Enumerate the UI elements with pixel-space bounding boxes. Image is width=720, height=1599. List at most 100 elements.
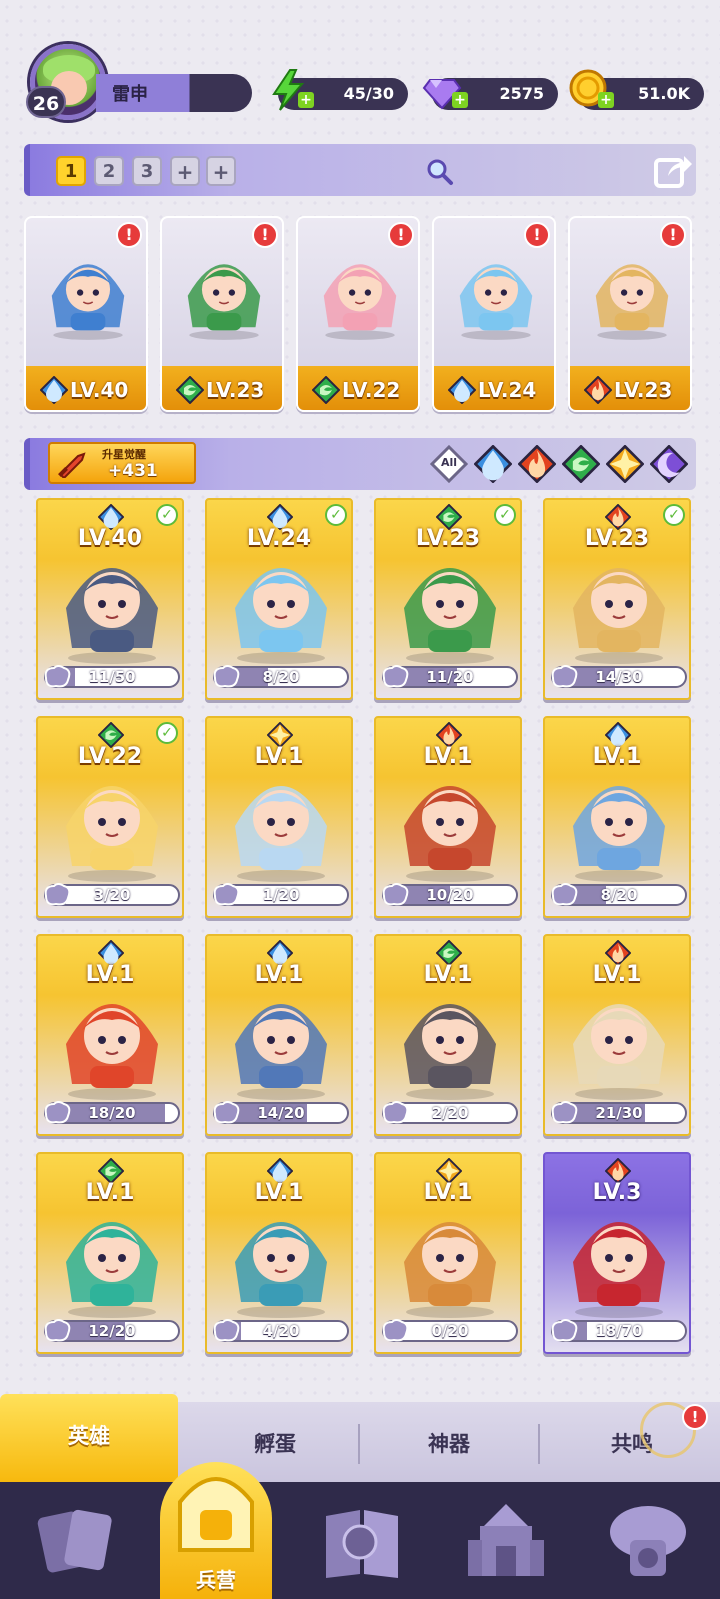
hero-card[interactable]: LV.23 ✓ 14/30 xyxy=(543,498,691,700)
hero-art xyxy=(404,1222,496,1318)
add-gem-icon[interactable]: + xyxy=(452,92,468,108)
team-hero-card[interactable]: ! LV.22 xyxy=(296,216,420,412)
awaken-value: +431 xyxy=(108,461,158,481)
hero-art xyxy=(66,1222,158,1318)
hero-card[interactable]: LV.1 0/20 xyxy=(374,1152,522,1354)
hero-art xyxy=(573,1004,665,1100)
check-icon: ✓ xyxy=(494,504,516,526)
hero-card[interactable]: LV.1 10/20 xyxy=(374,716,522,918)
team-hero-card[interactable]: ! LV.23 xyxy=(568,216,692,412)
hero-card[interactable]: LV.1 14/20 xyxy=(205,934,353,1136)
team-tab-add-2[interactable]: + xyxy=(206,156,236,186)
nav-map[interactable] xyxy=(314,1496,410,1586)
hero-level: LV.1 xyxy=(85,1180,135,1205)
team-hero-card[interactable]: ! LV.40 xyxy=(24,216,148,412)
hero-art xyxy=(66,1004,158,1100)
hero-level: LV.1 xyxy=(254,962,304,987)
cards-icon xyxy=(37,1509,112,1573)
map-book-icon xyxy=(326,1510,398,1578)
shard-icon xyxy=(44,665,71,688)
hero-card[interactable]: LV.23 ✓ 11/20 xyxy=(374,498,522,700)
shard-icon xyxy=(382,883,409,906)
water-filter-icon xyxy=(473,444,513,484)
filter-light[interactable] xyxy=(605,444,645,484)
hero-portrait xyxy=(172,236,276,346)
hero-card[interactable]: LV.22 ✓ 3/20 xyxy=(36,716,184,918)
team-tab-3[interactable]: 3 xyxy=(132,156,162,186)
add-energy-icon[interactable]: + xyxy=(298,92,314,108)
nav-castle[interactable] xyxy=(458,1496,554,1586)
gold-value: 51.0K xyxy=(638,84,690,103)
hero-card[interactable]: LV.1 4/20 xyxy=(205,1152,353,1354)
magnifier-icon[interactable] xyxy=(424,156,454,186)
tab-artifacts[interactable]: 神器 xyxy=(364,1402,534,1482)
hero-level: LV.23 xyxy=(584,526,650,551)
shard-icon xyxy=(551,665,578,688)
team-hero-card[interactable]: ! LV.24 xyxy=(432,216,556,412)
filter-fire[interactable] xyxy=(517,444,557,484)
sub-tab-bar: 英雄 孵蛋 神器 共鸣 xyxy=(0,1394,720,1482)
hero-art xyxy=(573,1222,665,1318)
team-hero-card[interactable]: ! LV.23 xyxy=(160,216,284,412)
team-panel: 1 2 3 + + ! LV.40 ! LV.23 ! LV.22 ! LV.2… xyxy=(24,144,696,414)
team-tabs-bar: 1 2 3 + + xyxy=(24,144,696,196)
hero-art xyxy=(573,568,665,664)
bottom-navigation xyxy=(0,1482,720,1599)
hero-card[interactable]: LV.1 2/20 xyxy=(374,934,522,1136)
nav-guild[interactable] xyxy=(600,1496,696,1586)
hero-portrait xyxy=(384,1192,516,1320)
filter-all[interactable]: All xyxy=(429,444,469,484)
hero-card[interactable]: LV.3 18/70 xyxy=(543,1152,691,1354)
player-name-bar[interactable]: 雷申 xyxy=(96,74,252,112)
check-icon: ✓ xyxy=(156,504,178,526)
nav-barracks[interactable]: 兵营 xyxy=(160,1462,272,1599)
hero-portrait xyxy=(384,538,516,666)
nav-cards[interactable] xyxy=(28,1496,124,1586)
tab-heroes[interactable]: 英雄 xyxy=(0,1394,178,1482)
element-badge xyxy=(175,375,205,405)
team-tab-2[interactable]: 2 xyxy=(94,156,124,186)
light-filter-icon xyxy=(605,444,645,484)
alert-icon: ! xyxy=(116,222,142,248)
element-badge xyxy=(583,375,613,405)
team-tab-1[interactable]: 1 xyxy=(56,156,86,186)
hero-card[interactable]: LV.40 ✓ 11/50 xyxy=(36,498,184,700)
gem-counter[interactable]: + 2575 xyxy=(422,78,558,110)
hero-card[interactable]: LV.1 12/20 xyxy=(36,1152,184,1354)
hero-portrait xyxy=(553,1192,685,1320)
hero-card[interactable]: LV.1 8/20 xyxy=(543,716,691,918)
shard-icon xyxy=(382,665,409,688)
hero-art xyxy=(66,786,158,882)
hero-level: LV.1 xyxy=(423,1180,473,1205)
shard-icon xyxy=(44,1319,71,1342)
team-tab-add-1[interactable]: + xyxy=(170,156,200,186)
hero-card[interactable]: LV.1 18/20 xyxy=(36,934,184,1136)
check-icon: ✓ xyxy=(663,504,685,526)
add-gold-icon[interactable]: + xyxy=(598,92,614,108)
hero-card[interactable]: LV.24 ✓ 8/20 xyxy=(205,498,353,700)
hero-art xyxy=(404,1004,496,1100)
hero-level: LV.3 xyxy=(592,1180,642,1205)
filter-water[interactable] xyxy=(473,444,513,484)
share-icon[interactable] xyxy=(652,150,694,192)
filter-dark[interactable] xyxy=(649,444,689,484)
hero-art xyxy=(573,786,665,882)
sword-icon xyxy=(58,452,86,478)
water-element-icon xyxy=(447,375,477,405)
shard-icon xyxy=(213,1101,240,1124)
hero-level: LV.22 xyxy=(77,744,143,769)
hero-portrait xyxy=(215,974,347,1102)
hero-art xyxy=(459,264,533,340)
star-awaken-button[interactable]: 升星觉醒 +431 xyxy=(48,442,196,484)
mushroom-house-icon xyxy=(610,1506,686,1576)
shard-icon xyxy=(213,1319,240,1342)
hero-card[interactable]: LV.1 1/20 xyxy=(205,716,353,918)
hero-art xyxy=(51,264,125,340)
gold-counter[interactable]: + 51.0K xyxy=(569,69,704,110)
filter-wind[interactable] xyxy=(561,444,601,484)
fire-element-icon xyxy=(583,375,613,405)
shard-icon xyxy=(551,1319,578,1342)
hero-card[interactable]: LV.1 21/30 xyxy=(543,934,691,1136)
player-name: 雷申 xyxy=(112,84,148,105)
energy-counter[interactable]: + 45/30 xyxy=(272,69,408,111)
